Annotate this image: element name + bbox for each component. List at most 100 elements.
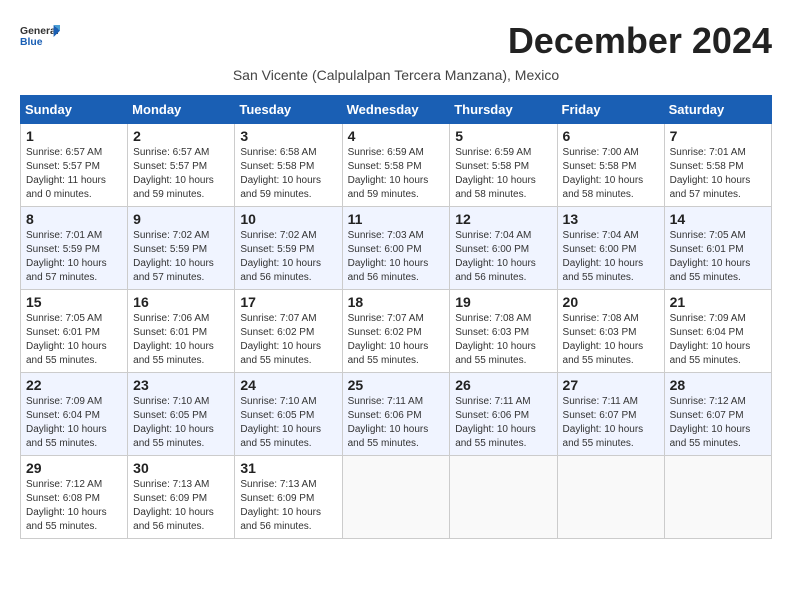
calendar-cell: 17 Sunrise: 7:07 AM Sunset: 6:02 PM Dayli… [235, 290, 342, 373]
calendar-cell [450, 456, 557, 539]
day-number: 8 [26, 211, 122, 227]
day-of-week-header: Friday [557, 96, 664, 124]
day-info: Sunrise: 7:02 AM Sunset: 5:59 PM Dayligh… [133, 229, 229, 285]
day-number: 18 [348, 294, 445, 310]
day-number: 14 [670, 211, 766, 227]
calendar-cell: 6Sunrise: 7:00 AM Sunset: 5:58 PM Daylig… [557, 124, 664, 207]
calendar-cell: 15 Sunrise: 7:05 AM Sunset: 6:01 PM Dayli… [21, 290, 128, 373]
day-number: 19 [455, 294, 551, 310]
day-number: 16 [133, 294, 229, 310]
calendar-cell: 19 Sunrise: 7:08 AM Sunset: 6:03 PM Dayli… [450, 290, 557, 373]
day-info: Sunrise: 7:12 AM Sunset: 6:08 PM Dayligh… [26, 478, 122, 534]
calendar-cell: 3 Sunrise: 6:58 AM Sunset: 5:58 PM Daylig… [235, 124, 342, 207]
day-number: 27 [563, 377, 659, 393]
day-of-week-header: Monday [128, 96, 235, 124]
day-number: 4 [348, 128, 445, 144]
calendar-table: SundayMondayTuesdayWednesdayThursdayFrid… [20, 95, 772, 539]
day-info: Sunrise: 7:09 AM Sunset: 6:04 PM Dayligh… [26, 395, 122, 451]
day-number: 29 [26, 460, 122, 476]
day-number: 30 [133, 460, 229, 476]
day-number: 26 [455, 377, 551, 393]
day-number: 15 [26, 294, 122, 310]
day-number: 23 [133, 377, 229, 393]
day-info: Sunrise: 6:59 AM Sunset: 5:58 PM Dayligh… [455, 146, 551, 202]
day-info: Sunrise: 7:11 AM Sunset: 6:06 PM Dayligh… [348, 395, 445, 451]
day-info: Sunrise: 7:13 AM Sunset: 6:09 PM Dayligh… [240, 478, 336, 534]
day-number: 20 [563, 294, 659, 310]
day-number: 6 [563, 128, 659, 144]
calendar-cell: 25Sunrise: 7:11 AM Sunset: 6:06 PM Dayli… [342, 373, 450, 456]
day-number: 21 [670, 294, 766, 310]
day-info: Sunrise: 7:07 AM Sunset: 6:02 PM Dayligh… [348, 312, 445, 368]
day-number: 1 [26, 128, 122, 144]
day-info: Sunrise: 6:59 AM Sunset: 5:58 PM Dayligh… [348, 146, 445, 202]
day-number: 10 [240, 211, 336, 227]
day-number: 28 [670, 377, 766, 393]
day-info: Sunrise: 7:06 AM Sunset: 6:01 PM Dayligh… [133, 312, 229, 368]
calendar-cell: 30 Sunrise: 7:13 AM Sunset: 6:09 PM Dayli… [128, 456, 235, 539]
day-info: Sunrise: 7:08 AM Sunset: 6:03 PM Dayligh… [455, 312, 551, 368]
day-number: 31 [240, 460, 336, 476]
calendar-subtitle: San Vicente (Calpulalpan Tercera Manzana… [20, 67, 772, 83]
day-info: Sunrise: 6:58 AM Sunset: 5:58 PM Dayligh… [240, 146, 336, 202]
day-number: 22 [26, 377, 122, 393]
day-info: Sunrise: 7:01 AM Sunset: 5:58 PM Dayligh… [670, 146, 766, 202]
day-info: Sunrise: 7:10 AM Sunset: 6:05 PM Dayligh… [133, 395, 229, 451]
calendar-cell: 12 Sunrise: 7:04 AM Sunset: 6:00 PM Dayli… [450, 207, 557, 290]
day-info: Sunrise: 7:02 AM Sunset: 5:59 PM Dayligh… [240, 229, 336, 285]
calendar-cell: 27Sunrise: 7:11 AM Sunset: 6:07 PM Dayli… [557, 373, 664, 456]
logo: General Blue [20, 20, 62, 50]
day-number: 24 [240, 377, 336, 393]
day-info: Sunrise: 7:03 AM Sunset: 6:00 PM Dayligh… [348, 229, 445, 285]
day-info: Sunrise: 7:12 AM Sunset: 6:07 PM Dayligh… [670, 395, 766, 451]
calendar-cell [557, 456, 664, 539]
calendar-cell: 18 Sunrise: 7:07 AM Sunset: 6:02 PM Dayli… [342, 290, 450, 373]
calendar-cell: 9 Sunrise: 7:02 AM Sunset: 5:59 PM Daylig… [128, 207, 235, 290]
day-of-week-header: Saturday [664, 96, 771, 124]
day-number: 2 [133, 128, 229, 144]
calendar-cell: 1Sunrise: 6:57 AM Sunset: 5:57 PM Daylig… [21, 124, 128, 207]
month-title: December 2024 [508, 20, 772, 62]
calendar-cell [342, 456, 450, 539]
calendar-cell: 21 Sunrise: 7:09 AM Sunset: 6:04 PM Dayli… [664, 290, 771, 373]
day-info: Sunrise: 7:01 AM Sunset: 5:59 PM Dayligh… [26, 229, 122, 285]
day-info: Sunrise: 7:05 AM Sunset: 6:01 PM Dayligh… [26, 312, 122, 368]
calendar-cell: 11 Sunrise: 7:03 AM Sunset: 6:00 PM Dayli… [342, 207, 450, 290]
day-info: Sunrise: 6:57 AM Sunset: 5:57 PM Dayligh… [133, 146, 229, 202]
day-number: 7 [670, 128, 766, 144]
calendar-cell: 23 Sunrise: 7:10 AM Sunset: 6:05 PM Dayli… [128, 373, 235, 456]
day-number: 13 [563, 211, 659, 227]
calendar-cell: 20 Sunrise: 7:08 AM Sunset: 6:03 PM Dayli… [557, 290, 664, 373]
day-number: 5 [455, 128, 551, 144]
day-info: Sunrise: 7:04 AM Sunset: 6:00 PM Dayligh… [455, 229, 551, 285]
calendar-cell: 29 Sunrise: 7:12 AM Sunset: 6:08 PM Dayli… [21, 456, 128, 539]
day-number: 11 [348, 211, 445, 227]
calendar-cell: 7 Sunrise: 7:01 AM Sunset: 5:58 PM Daylig… [664, 124, 771, 207]
day-info: Sunrise: 7:11 AM Sunset: 6:06 PM Dayligh… [455, 395, 551, 451]
calendar-cell: 31 Sunrise: 7:13 AM Sunset: 6:09 PM Dayli… [235, 456, 342, 539]
calendar-cell: 4 Sunrise: 6:59 AM Sunset: 5:58 PM Daylig… [342, 124, 450, 207]
day-of-week-header: Sunday [21, 96, 128, 124]
svg-text:Blue: Blue [20, 37, 43, 48]
calendar-cell: 28 Sunrise: 7:12 AM Sunset: 6:07 PM Dayli… [664, 373, 771, 456]
calendar-cell: 2 Sunrise: 6:57 AM Sunset: 5:57 PM Daylig… [128, 124, 235, 207]
calendar-cell: 8 Sunrise: 7:01 AM Sunset: 5:59 PM Daylig… [21, 207, 128, 290]
day-number: 17 [240, 294, 336, 310]
day-number: 9 [133, 211, 229, 227]
day-number: 3 [240, 128, 336, 144]
calendar-cell: 26 Sunrise: 7:11 AM Sunset: 6:06 PM Dayli… [450, 373, 557, 456]
day-info: Sunrise: 7:08 AM Sunset: 6:03 PM Dayligh… [563, 312, 659, 368]
day-info: Sunrise: 7:13 AM Sunset: 6:09 PM Dayligh… [133, 478, 229, 534]
calendar-cell: 16 Sunrise: 7:06 AM Sunset: 6:01 PM Dayli… [128, 290, 235, 373]
day-info: Sunrise: 7:09 AM Sunset: 6:04 PM Dayligh… [670, 312, 766, 368]
day-info: Sunrise: 7:04 AM Sunset: 6:00 PM Dayligh… [563, 229, 659, 285]
day-of-week-header: Tuesday [235, 96, 342, 124]
calendar-cell: 10 Sunrise: 7:02 AM Sunset: 5:59 PM Dayli… [235, 207, 342, 290]
day-number: 12 [455, 211, 551, 227]
calendar-cell: 24 Sunrise: 7:10 AM Sunset: 6:05 PM Dayli… [235, 373, 342, 456]
day-info: Sunrise: 7:07 AM Sunset: 6:02 PM Dayligh… [240, 312, 336, 368]
calendar-cell [664, 456, 771, 539]
svg-text:General: General [20, 26, 59, 37]
day-info: Sunrise: 7:10 AM Sunset: 6:05 PM Dayligh… [240, 395, 336, 451]
day-info: Sunrise: 7:05 AM Sunset: 6:01 PM Dayligh… [670, 229, 766, 285]
